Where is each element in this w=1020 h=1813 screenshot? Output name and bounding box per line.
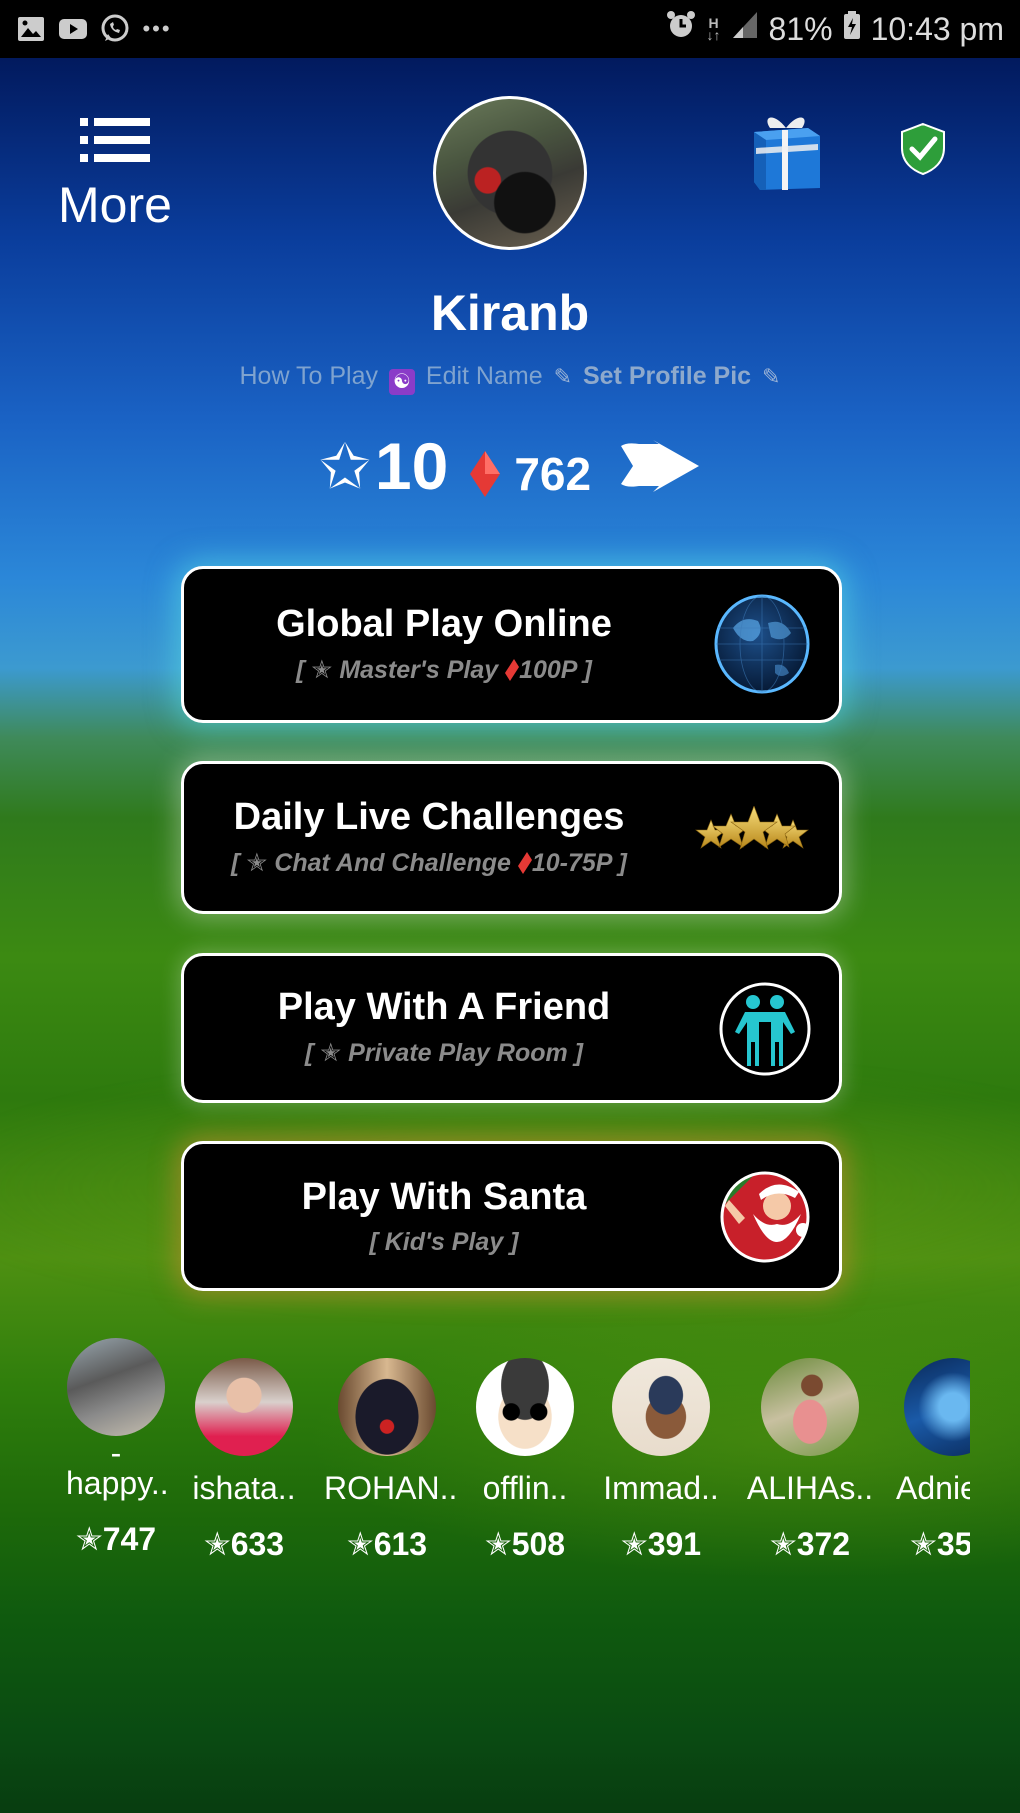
clock: 10:43 pm: [870, 10, 1004, 47]
mode-card-play-with-friend[interactable]: Play With A Friend [ ✭ Private Play Room…: [181, 953, 842, 1103]
player-name: ROHAN..: [324, 1470, 458, 1506]
globe-icon: [714, 594, 810, 694]
gems-count: 762: [514, 448, 592, 500]
mode-card-play-with-santa[interactable]: Play With Santa [ Kid's Play ]: [181, 1141, 842, 1291]
friends-icon: [719, 982, 811, 1076]
leaderboard-player[interactable]: Adnie ✭35: [896, 1358, 970, 1563]
signal-icon: [731, 10, 759, 48]
battery-charging-icon: [843, 10, 861, 48]
profile-links: How To Play ☯ Edit Name ✎ Set Profile Pi…: [0, 362, 1020, 395]
leaderboard-player[interactable]: offlin.. ✭508: [470, 1358, 580, 1563]
player-score: ✭35: [910, 1526, 970, 1562]
leaderboard-player[interactable]: ishata.. ✭633: [186, 1358, 302, 1563]
player-avatar: [612, 1358, 710, 1456]
player-name: ALIHAs..: [746, 1470, 874, 1506]
player-score: ✭747: [75, 1521, 157, 1557]
mode-subtitle: [ Kid's Play ]: [369, 1228, 519, 1256]
player-name: Adnie: [896, 1470, 970, 1506]
status-bar: ••• H ↓↑ 81% 10:43 pm: [0, 0, 1020, 58]
player-avatar: [338, 1358, 436, 1456]
player-score: ✭613: [346, 1526, 428, 1562]
player-name: - happy..: [66, 1435, 169, 1501]
pencil-icon: ✎: [553, 364, 573, 389]
leaderboard-player[interactable]: - happy.. ✭747: [66, 1338, 169, 1558]
player-name: ishata..: [192, 1470, 296, 1506]
profile-avatar[interactable]: [433, 96, 587, 250]
mode-title: Play With A Friend: [277, 986, 611, 1028]
more-dots-icon: •••: [142, 16, 172, 41]
mode-title: Play With Santa: [301, 1176, 587, 1218]
list-icon: [80, 118, 150, 162]
gift-icon[interactable]: [748, 108, 824, 190]
santa-icon: [720, 1171, 810, 1263]
gem-icon: [517, 852, 532, 874]
mode-subtitle: [ ✭ Master's Play 100P ]: [296, 656, 592, 684]
shield-check-icon[interactable]: [898, 122, 948, 176]
star-icon: ✩: [318, 432, 371, 502]
mode-subtitle: [ ✭ Private Play Room ]: [305, 1039, 583, 1067]
player-avatar: [761, 1358, 859, 1456]
gem-icon: [505, 659, 520, 681]
gallery-icon: [16, 15, 46, 43]
player-score: ✭633: [203, 1526, 285, 1562]
leaderboard-strip[interactable]: - happy.. ✭747 ishata.. ✭633 ROHAN.. ✭613…: [60, 1338, 970, 1578]
leaderboard-player[interactable]: ROHAN.. ✭613: [324, 1358, 458, 1563]
stars-count: 10: [374, 429, 449, 503]
player-avatar: [67, 1338, 165, 1436]
player-name: offlin..: [482, 1470, 568, 1506]
player-score: ✭508: [484, 1526, 566, 1562]
username: Kiranb: [430, 285, 590, 341]
yin-yang-icon: ☯: [388, 369, 415, 395]
player-avatar: [904, 1358, 970, 1456]
battery-level: 81%: [768, 10, 833, 47]
share-arrow-icon[interactable]: [619, 440, 701, 492]
player-avatar: [195, 1358, 293, 1456]
leaderboard-player[interactable]: Immad.. ✭391: [598, 1358, 724, 1563]
alarm-icon: [665, 9, 697, 49]
mode-subtitle: [ ✭ Chat And Challenge 10-75P ]: [231, 849, 627, 877]
stats-row: ✩ 10 762: [0, 428, 1020, 504]
more-label: More: [58, 177, 172, 233]
mode-title: Global Play Online: [276, 603, 612, 645]
how-to-play-link[interactable]: How To Play: [240, 362, 379, 390]
youtube-icon: [58, 15, 88, 43]
player-avatar: [476, 1358, 574, 1456]
player-score: ✭391: [620, 1526, 702, 1562]
five-stars-icon: [695, 806, 809, 850]
set-profile-pic-link[interactable]: Set Profile Pic: [583, 362, 751, 390]
whatsapp-icon: [100, 14, 130, 43]
pencil-icon: ✎: [762, 364, 781, 389]
leaderboard-player[interactable]: ALIHAs.. ✭372: [740, 1358, 880, 1563]
more-button[interactable]: More: [50, 118, 180, 234]
mode-card-daily-challenges[interactable]: Daily Live Challenges [ ✭ Chat And Chall…: [181, 761, 842, 914]
gem-icon: [470, 451, 501, 497]
mode-title: Daily Live Challenges: [233, 796, 625, 838]
player-score: ✭372: [769, 1526, 851, 1562]
edit-name-link[interactable]: Edit Name: [426, 362, 543, 390]
mode-card-global-play[interactable]: Global Play Online [ ✭ Master's Play 100…: [181, 566, 842, 723]
network-h-icon: H ↓↑: [706, 15, 721, 43]
player-name: Immad..: [603, 1470, 719, 1506]
